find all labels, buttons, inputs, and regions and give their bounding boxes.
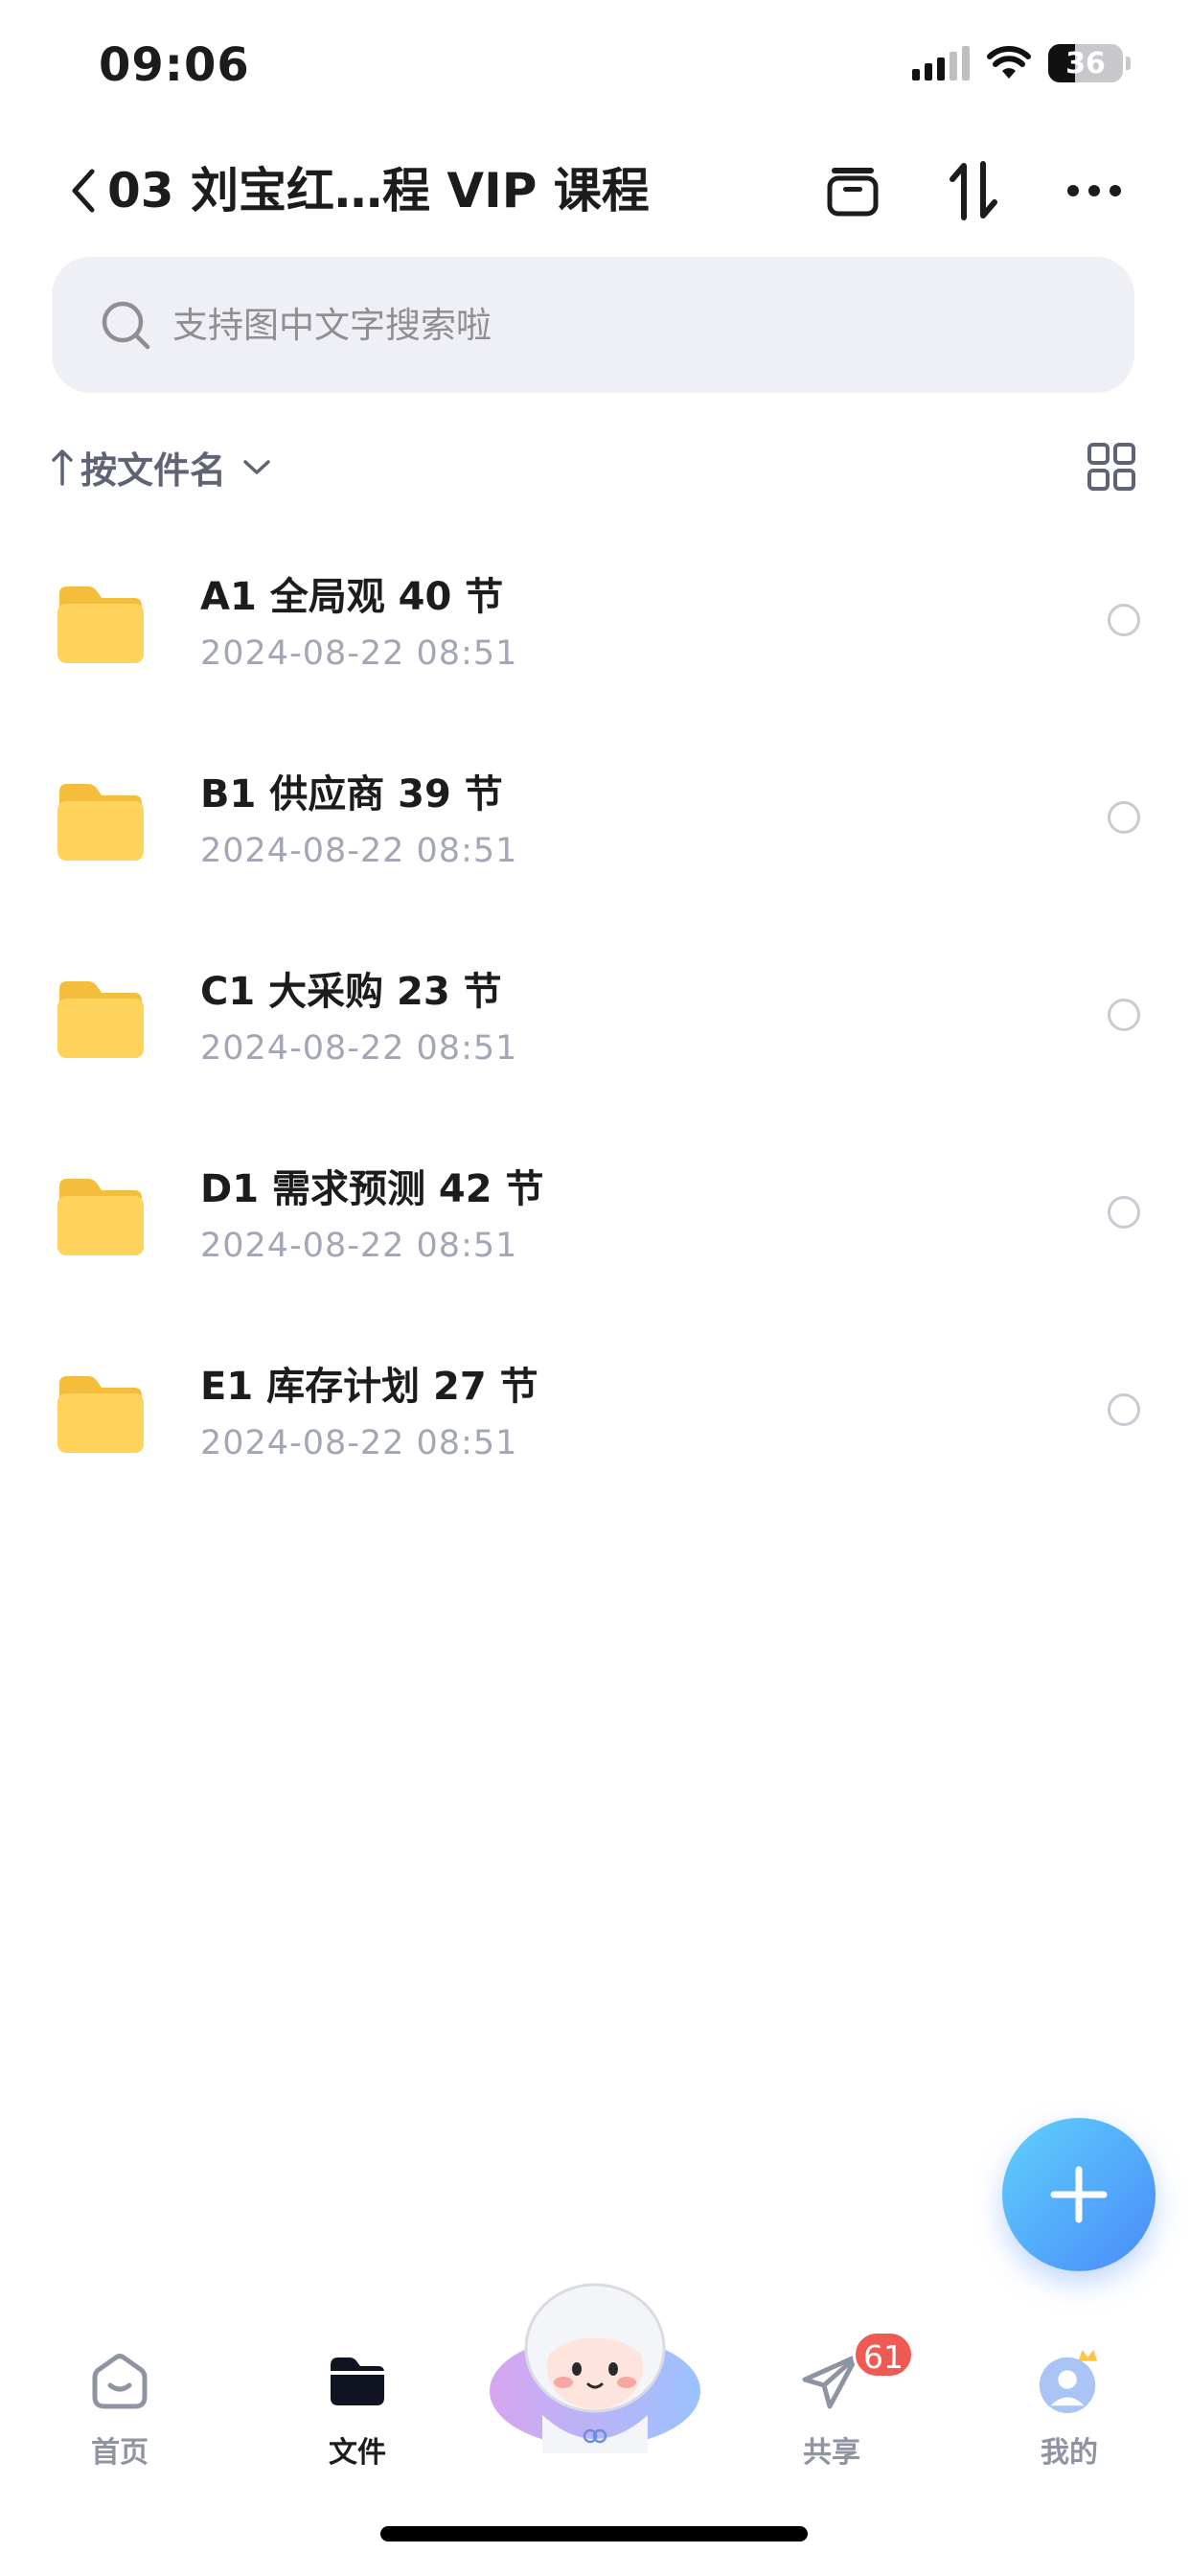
tab-files[interactable]: 文件 — [290, 2348, 424, 2501]
file-date: 2024-08-22 08:51 — [200, 634, 518, 673]
battery-icon: 36 — [1048, 44, 1131, 82]
grid-view-icon[interactable] — [1085, 440, 1138, 494]
sort-order-button[interactable] — [935, 157, 1012, 224]
list-item[interactable]: B1 供应商 39 节 2024-08-22 08:51 — [0, 734, 1190, 932]
select-checkbox[interactable] — [1108, 999, 1140, 1031]
file-name: D1 需求预测 42 节 — [200, 1167, 544, 1211]
file-date: 2024-08-22 08:51 — [200, 1029, 518, 1068]
list-item[interactable]: A1 全局观 40 节 2024-08-22 08:51 — [0, 537, 1190, 734]
select-checkbox[interactable] — [1108, 1196, 1140, 1229]
search-input[interactable] — [171, 303, 1037, 347]
file-name: E1 库存计划 27 节 — [200, 1365, 538, 1409]
home-indicator — [380, 2526, 808, 2542]
back-chevron-icon — [72, 169, 95, 213]
search-bar[interactable] — [52, 257, 1134, 393]
folder-icon — [57, 784, 144, 861]
file-name: C1 大采购 23 节 — [200, 970, 502, 1014]
list-item[interactable]: C1 大采购 23 节 2024-08-22 08:51 — [0, 932, 1190, 1129]
archive-icon — [827, 168, 879, 217]
home-face-icon — [86, 2348, 153, 2415]
battery-percent: 36 — [1065, 46, 1106, 80]
status-icons: 36 — [912, 42, 1131, 84]
file-name: A1 全局观 40 节 — [200, 575, 504, 619]
list-item[interactable]: D1 需求预测 42 节 2024-08-22 08:51 — [0, 1129, 1190, 1326]
nav-bar: 03 刘宝红…程 VIP 课程 — [0, 144, 1190, 240]
assistant-mascot-button[interactable] — [487, 2281, 703, 2453]
chevron-down-icon — [243, 460, 270, 474]
sort-swap-icon — [950, 161, 997, 220]
file-date: 2024-08-22 08:51 — [200, 1227, 518, 1265]
folder-icon — [57, 1179, 144, 1255]
select-checkbox[interactable] — [1108, 1393, 1140, 1426]
file-date: 2024-08-22 08:51 — [200, 832, 518, 870]
status-bar: 09:06 36 — [0, 0, 1190, 134]
cloud-drive-folder-screen: 09:06 36 03 刘宝红…程 VIP 课程 支持图中文字搜索啦 按文件名 … — [0, 0, 1190, 2576]
cellular-signal-icon — [912, 46, 970, 80]
share-count-badge: 61 — [853, 2331, 914, 2379]
more-button[interactable] — [1056, 157, 1133, 224]
more-icon — [1067, 185, 1121, 196]
tab-label: 文件 — [329, 2436, 386, 2470]
avatar-crown-icon — [1036, 2348, 1103, 2415]
search-icon — [102, 301, 150, 350]
tab-profile[interactable]: 我的 — [1002, 2348, 1136, 2501]
file-name: B1 供应商 39 节 — [200, 772, 503, 816]
sort-row: 按文件名 — [52, 433, 1138, 500]
folder-icon — [57, 1376, 144, 1453]
folder-icon — [57, 586, 144, 663]
select-checkbox[interactable] — [1108, 604, 1140, 636]
select-checkbox[interactable] — [1108, 801, 1140, 834]
list-item[interactable]: E1 库存计划 27 节 2024-08-22 08:51 — [0, 1326, 1190, 1524]
bottom-tab-bar: 首页 文件 共享 61 我的 — [0, 2281, 1190, 2530]
tab-label: 共享 — [803, 2436, 860, 2470]
status-time: 09:06 — [99, 38, 250, 92]
file-date: 2024-08-22 08:51 — [200, 1424, 518, 1462]
folder-icon — [57, 981, 144, 1058]
add-button[interactable] — [1002, 2118, 1156, 2271]
file-list: A1 全局观 40 节 2024-08-22 08:51 B1 供应商 39 节… — [0, 537, 1190, 1524]
sort-label: 按文件名 — [80, 448, 227, 492]
tab-home[interactable]: 首页 — [53, 2348, 187, 2501]
folder-icon — [324, 2348, 391, 2415]
back-button[interactable] — [69, 157, 107, 224]
arrow-up-icon — [52, 449, 73, 486]
sort-by-name-toggle[interactable]: 按文件名 — [52, 433, 272, 500]
archive-button[interactable] — [814, 157, 891, 224]
tab-label: 首页 — [91, 2436, 149, 2470]
tab-label: 我的 — [1041, 2436, 1098, 2470]
page-title: 03 刘宝红…程 VIP 课程 — [107, 163, 650, 218]
wifi-icon — [987, 46, 1031, 79]
plus-icon — [1050, 2166, 1108, 2223]
